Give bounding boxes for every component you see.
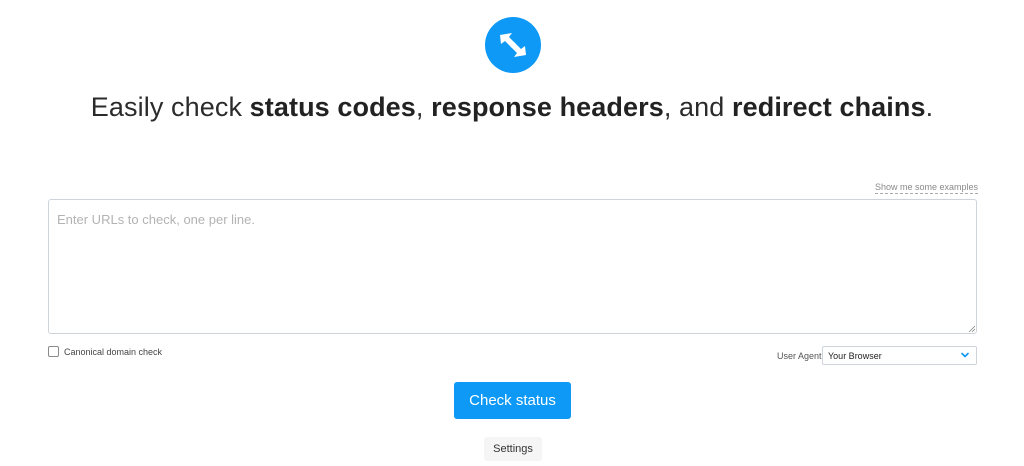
settings-button[interactable]: Settings [484, 437, 542, 461]
redirect-arrows-icon [485, 17, 541, 73]
headline-prefix: Easily check [90, 92, 250, 122]
canonical-domain-check[interactable]: Canonical domain check [48, 346, 162, 357]
headline-separator-1: , [415, 92, 432, 122]
headline-term-status-codes: status codes [249, 92, 416, 122]
user-agent-select[interactable]: Your Browser [822, 346, 977, 365]
headline-term-response-headers: response headers [431, 92, 664, 122]
url-input[interactable] [48, 199, 977, 334]
headline-term-redirect-chains: redirect chains [732, 92, 926, 122]
resize-grip-icon[interactable] [968, 325, 975, 332]
canonical-domain-checkbox[interactable] [48, 346, 59, 357]
page: Easily check status codes, response head… [0, 0, 1024, 466]
chevron-down-icon [961, 352, 969, 358]
headline-separator-2: , and [663, 92, 732, 122]
page-headline: Easily check status codes, response head… [0, 92, 1024, 123]
check-status-button[interactable]: Check status [454, 382, 571, 419]
user-agent-selected-value: Your Browser [828, 351, 882, 361]
headline-suffix: . [925, 92, 934, 122]
canonical-domain-label: Canonical domain check [64, 346, 163, 357]
user-agent-label: User Agent: [777, 351, 825, 361]
show-examples-link[interactable]: Show me some examples [874, 182, 978, 194]
